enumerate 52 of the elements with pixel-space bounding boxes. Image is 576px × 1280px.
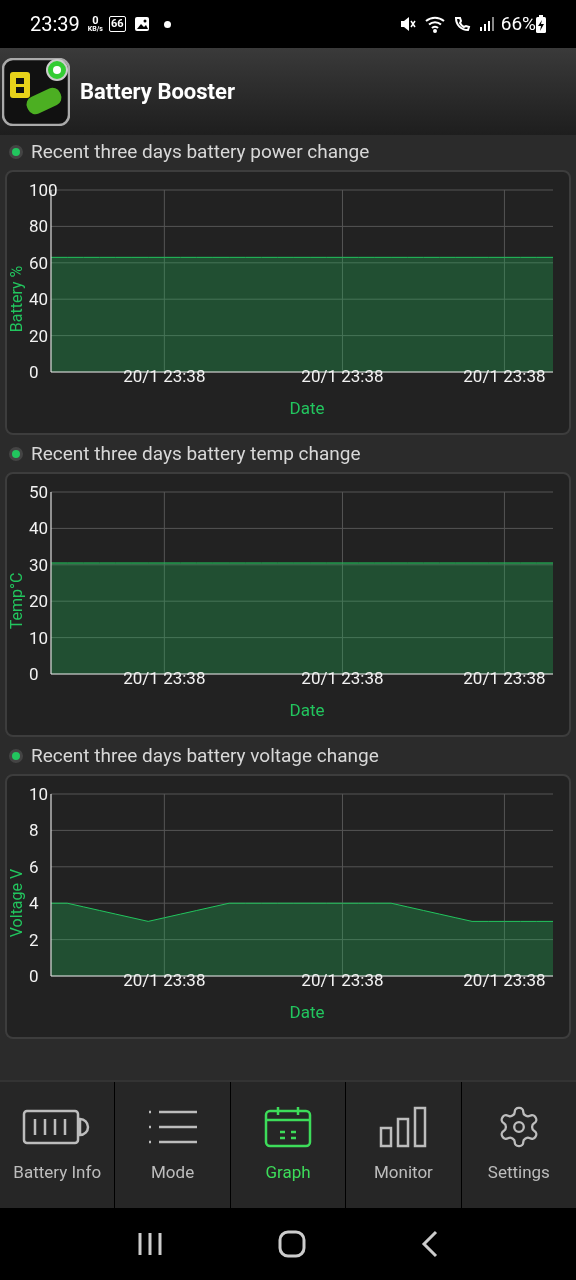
mute-icon [398, 15, 417, 33]
back-icon[interactable] [420, 1230, 439, 1258]
x-tick-label: 20/1 23:38 [301, 366, 384, 386]
y-tick-label: 0 [29, 966, 39, 986]
section-title: Recent three days battery temp change [31, 440, 361, 467]
y-tick-label: 10 [29, 784, 49, 804]
y-tick-label: 0 [29, 664, 39, 684]
x-tick-label: 20/1 23:38 [301, 668, 384, 688]
y-tick-label: 50 [29, 482, 49, 502]
x-tick-label: 20/1 23:38 [301, 970, 384, 990]
y-tick-label: 20 [29, 325, 49, 346]
calendar-icon [264, 1106, 312, 1149]
x-axis-label: Date [289, 700, 325, 720]
recent-apps-icon[interactable] [137, 1232, 164, 1256]
y-tick-label: 100 [29, 180, 58, 200]
y-tick-label: 0 [29, 362, 39, 382]
x-axis-label: Date [289, 398, 325, 418]
x-tick-label: 20/1 23:38 [123, 668, 206, 688]
x-tick-label: 20/1 23:38 [123, 970, 206, 990]
x-tick-label: 20/1 23:38 [463, 970, 546, 990]
y-tick-label: 8 [29, 820, 39, 841]
section-title: Recent three days battery power change [31, 138, 370, 165]
y-tick-label: 40 [29, 289, 49, 310]
x-tick-label: 20/1 23:38 [463, 668, 546, 688]
image-icon [133, 16, 150, 32]
signal-icon [478, 16, 495, 32]
y-tick-label: 20 [29, 591, 49, 612]
y-tick-label: 10 [29, 627, 49, 648]
y-tick-label: 6 [29, 856, 39, 877]
section-title: Recent three days battery voltage change [31, 742, 379, 769]
y-tick-label: 80 [29, 216, 49, 237]
y-tick-label: 60 [29, 252, 49, 273]
y-axis-label: Temp°C [7, 572, 26, 630]
y-tick-label: 40 [29, 518, 49, 539]
y-tick-label: 2 [29, 929, 39, 950]
home-icon[interactable] [278, 1230, 306, 1258]
network-speed: 0 [92, 15, 99, 26]
bar-chart-icon [379, 1106, 428, 1149]
status-time: 23:39 [30, 11, 80, 38]
app-logo-icon [2, 57, 70, 126]
battery-percent: 66% [500, 10, 536, 37]
battery-charging-icon [536, 15, 546, 33]
y-axis-label: Voltage V [7, 868, 26, 938]
y-tick-label: 4 [29, 893, 39, 914]
notification-badge: 66 [108, 16, 126, 32]
app-title: Battery Booster [80, 78, 235, 106]
y-tick-label: 30 [29, 554, 49, 575]
y-axis-label: Battery % [7, 265, 26, 333]
x-tick-label: 20/1 23:38 [123, 366, 206, 386]
x-tick-label: 20/1 23:38 [463, 366, 546, 386]
x-axis-label: Date [289, 1002, 325, 1022]
wifi-icon [424, 15, 447, 33]
